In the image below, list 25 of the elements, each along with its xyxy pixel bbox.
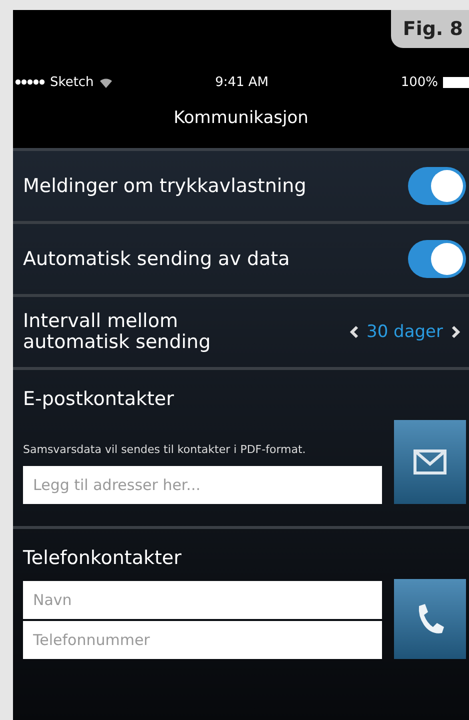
chevron-right-icon[interactable] [451,325,460,339]
battery-percent: 100% [400,74,438,90]
interval-value: 30 dager [366,322,443,342]
section-heading: Telefonkontakter [23,547,182,569]
battery-icon [442,76,469,88]
screen-title: Kommunikasjon [172,107,310,130]
signal-icon [15,79,45,85]
wifi-icon [98,76,113,88]
carrier-name: Sketch [50,74,94,90]
setting-label: Automatisk sending av data [23,248,290,270]
envelope-icon [413,449,447,475]
status-time: 9:41 AM [215,74,269,90]
setting-label: Intervall mellom automatisk sending [23,311,212,353]
name-field[interactable]: Navn [23,581,382,619]
setting-label: Meldinger om trykkavlastning [23,176,306,196]
phone-number-field[interactable]: Telefonnummer [23,621,382,659]
toggle-switch[interactable] [408,167,466,205]
email-button[interactable] [394,420,466,504]
info-text: Samsvarsdata vil sendes til kontakter i PDF-format. [23,443,307,456]
toggle-switch[interactable] [408,240,466,278]
section-heading: E-postkontakter [23,388,175,410]
figure-label: Fig. 8 [390,10,469,48]
call-button[interactable] [394,579,466,659]
email-field[interactable]: Legg til adresser her... [23,466,382,504]
chevron-left-icon[interactable] [350,325,359,339]
